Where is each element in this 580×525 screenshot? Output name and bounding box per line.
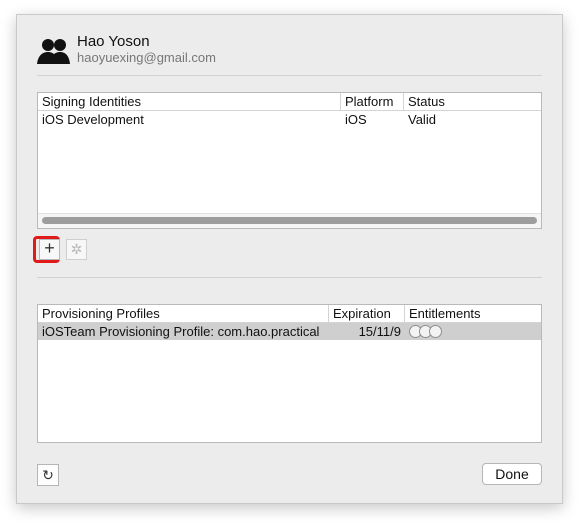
column-signing-identities[interactable]: Signing Identities (38, 93, 341, 110)
accounts-details-window: Hao Yoson haoyuexing@gmail.com Signing I… (16, 14, 563, 504)
provisioning-profile-name: iOSTeam Provisioning Profile: com.hao.pr… (42, 324, 320, 339)
column-provisioning-profiles[interactable]: Provisioning Profiles (38, 305, 329, 322)
section-divider (37, 277, 542, 278)
signing-identities-header: Signing Identities Platform Status (38, 93, 541, 111)
provisioning-profiles-table[interactable]: Provisioning Profiles Expiration Entitle… (37, 304, 542, 443)
account-header: Hao Yoson haoyuexing@gmail.com (37, 33, 542, 73)
entitlements-icons (405, 325, 541, 338)
gear-icon[interactable]: ✲ (66, 239, 87, 260)
account-name: Hao Yoson (77, 33, 150, 50)
refresh-icon[interactable]: ↻ (37, 464, 59, 486)
horizontal-scrollbar[interactable] (38, 213, 541, 228)
provisioning-profiles-header: Provisioning Profiles Expiration Entitle… (38, 305, 541, 323)
column-status[interactable]: Status (404, 93, 541, 110)
signing-identity-name: iOS Development (42, 112, 144, 127)
header-divider (37, 75, 542, 76)
provisioning-profile-row[interactable]: iOSTeam Provisioning Profile: com.hao.pr… (38, 323, 541, 340)
users-icon (37, 39, 70, 64)
scrollbar-thumb[interactable] (42, 217, 537, 224)
signing-identity-platform: iOS (345, 112, 367, 127)
account-email: haoyuexing@gmail.com (77, 50, 216, 65)
entitlement-icon (429, 325, 442, 338)
column-expiration[interactable]: Expiration (329, 305, 405, 322)
signing-identities-table[interactable]: Signing Identities Platform Status iOS D… (37, 92, 542, 229)
done-button[interactable]: Done (482, 463, 542, 485)
provisioning-profile-expiration: 15/11/9 (358, 324, 401, 339)
signing-identity-status: Valid (408, 112, 436, 127)
column-platform[interactable]: Platform (341, 93, 404, 110)
add-signing-identity-button[interactable]: + (39, 239, 60, 260)
column-entitlements[interactable]: Entitlements (405, 305, 541, 322)
signing-identity-row[interactable]: iOS Development iOS Valid (38, 111, 541, 128)
